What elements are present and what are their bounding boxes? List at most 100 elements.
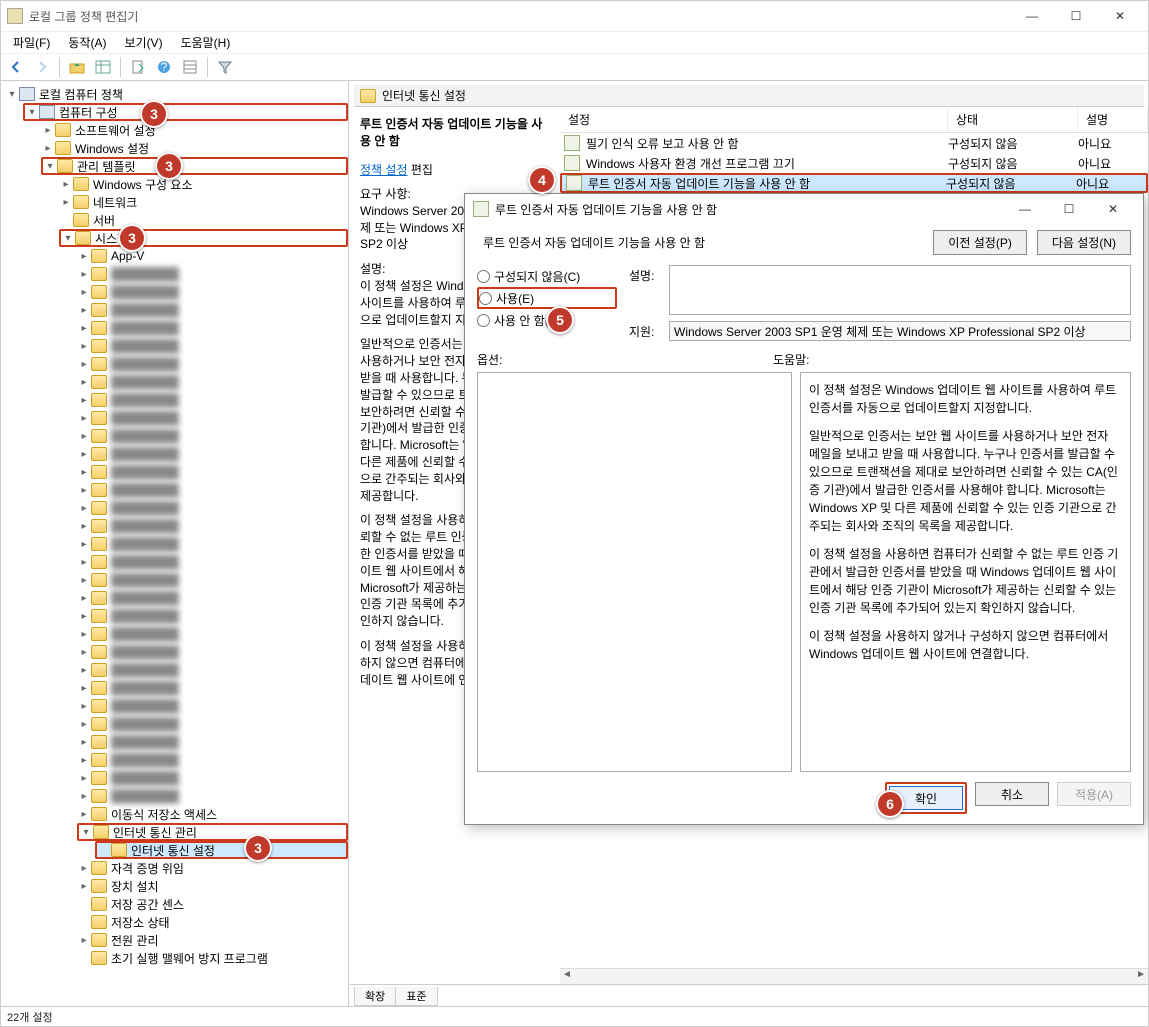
tree-item-redacted[interactable]: ▸████████ [77,427,348,445]
tree-item-redacted[interactable]: ▸████████ [77,445,348,463]
tree-early-launch-antimalware[interactable]: 초기 실행 맬웨어 방지 프로그램 [77,949,348,967]
tree-item-redacted[interactable]: ▸████████ [77,283,348,301]
tree-removable-storage[interactable]: ▸이동식 저장소 액세스 [77,805,348,823]
menu-view[interactable]: 보기(V) [116,32,170,53]
tree-item-redacted[interactable]: ▸████████ [77,535,348,553]
menu-help[interactable]: 도움말(H) [173,32,239,53]
tree-device-install[interactable]: ▸장치 설치 [77,877,348,895]
dlg-close-button[interactable]: ✕ [1091,195,1135,223]
dlg-minimize-button[interactable]: — [1003,195,1047,223]
radio-disabled-input[interactable] [477,314,490,327]
policy-list-row[interactable]: 루트 인증서 자동 업데이트 기능을 사용 안 함 구성되지 않음 아니요 [560,173,1148,193]
tree-internet-comm-mgmt[interactable]: ▾인터넷 통신 관리 [77,823,348,841]
tree-credential-delegation[interactable]: ▸자격 증명 위임 [77,859,348,877]
cancel-button[interactable]: 취소 [975,782,1049,806]
horizontal-scrollbar[interactable] [560,968,1148,984]
edit-policy-link[interactable]: 정책 설정 [360,163,408,177]
close-button[interactable]: ✕ [1098,2,1142,30]
tree-label: ████████ [111,393,179,407]
tree-item-redacted[interactable]: ▸████████ [77,643,348,661]
tree-item-redacted[interactable]: ▸████████ [77,679,348,697]
tree-item-redacted[interactable]: ▸████████ [77,301,348,319]
policy-tree[interactable]: ▾로컬 컴퓨터 정책 ▾컴퓨터 구성 ▸소프트웨어 설정 ▸Windows 설정… [1,81,349,1006]
policy-list-row[interactable]: Windows 사용자 환경 개선 프로그램 끄기 구성되지 않음 아니요 [560,153,1148,173]
tree-storage-health[interactable]: 저장소 상태 [77,913,348,931]
tree-item-redacted[interactable]: ▸████████ [77,769,348,787]
up-folder-icon[interactable] [66,56,88,78]
tree-storage-sense[interactable]: 저장 공간 센스 [77,895,348,913]
tree-power-mgmt[interactable]: ▸전원 관리 [77,931,348,949]
properties-icon[interactable] [179,56,201,78]
help-icon[interactable]: ? [153,56,175,78]
comment-textarea[interactable] [669,265,1131,315]
tree-network[interactable]: ▸네트워크 [59,193,348,211]
col-setting[interactable]: 설정 [560,107,948,132]
app-icon [7,8,23,24]
col-description[interactable]: 설명 [1078,107,1148,132]
tree-item-redacted[interactable]: ▸████████ [77,589,348,607]
callout-5: 5 [546,306,574,334]
tree-internet-comm-settings[interactable]: 인터넷 통신 설정 [95,841,348,859]
radio-enabled-input[interactable] [479,292,492,305]
minimize-button[interactable]: — [1010,2,1054,30]
tree-item-redacted[interactable]: ▸████████ [77,463,348,481]
prev-setting-button[interactable]: 이전 설정(P) [933,230,1027,255]
tree-item-redacted[interactable]: ▸████████ [77,571,348,589]
tree-label: ████████ [111,375,179,389]
tree-root[interactable]: ▾로컬 컴퓨터 정책 [5,85,348,103]
row-state: 구성되지 않음 [948,155,1078,172]
tree-label: ████████ [111,789,179,803]
tree-item-redacted[interactable]: ▸████████ [77,373,348,391]
tree-item-redacted[interactable]: ▸████████ [77,553,348,571]
tree-item-redacted[interactable]: ▸████████ [77,607,348,625]
next-setting-button[interactable]: 다음 설정(N) [1037,230,1131,255]
tree-system[interactable]: ▾시스템 [59,229,348,247]
tree-label: ████████ [111,735,179,749]
menu-action[interactable]: 동작(A) [60,32,114,53]
description-label: 설명: [360,262,385,276]
tree-item-redacted[interactable]: ▸████████ [77,697,348,715]
nav-back-icon[interactable] [5,56,27,78]
menu-file[interactable]: 파일(F) [5,32,58,53]
tab-standard[interactable]: 표준 [395,987,437,1006]
tree-windows-settings[interactable]: ▸Windows 설정 [41,139,348,157]
help-text: 일반적으로 인증서는 보안 웹 사이트를 사용하거나 보안 전자 메일을 보내고… [809,427,1122,535]
tree-item-redacted[interactable]: ▸████████ [77,499,348,517]
tree-item-redacted[interactable]: ▸████████ [77,337,348,355]
tree-item-redacted[interactable]: ▸████████ [77,715,348,733]
tree-item-redacted[interactable]: ▸████████ [77,733,348,751]
tree-item-redacted[interactable]: ▸████████ [77,517,348,535]
tree-windows-components[interactable]: ▸Windows 구성 요소 [59,175,348,193]
tree-item-redacted[interactable]: ▸████████ [77,661,348,679]
tree-appv[interactable]: ▸App-V [77,247,348,265]
tree-server[interactable]: 서버 [59,211,348,229]
col-state[interactable]: 상태 [948,107,1078,132]
radio-enabled[interactable]: 사용(E) [477,287,617,309]
tab-extended[interactable]: 확장 [354,987,396,1006]
tree-item-redacted[interactable]: ▸████████ [77,409,348,427]
radio-not-configured-input[interactable] [477,270,490,283]
tree-item-redacted[interactable]: ▸████████ [77,787,348,805]
tree-item-redacted[interactable]: ▸████████ [77,265,348,283]
tree-item-redacted[interactable]: ▸████████ [77,355,348,373]
maximize-button[interactable]: ☐ [1054,2,1098,30]
tree-software-settings[interactable]: ▸소프트웨어 설정 [41,121,348,139]
tree-computer-config[interactable]: ▾컴퓨터 구성 [23,103,348,121]
nav-forward-icon[interactable] [31,56,53,78]
export-list-icon[interactable] [127,56,149,78]
tree-item-redacted[interactable]: ▸████████ [77,391,348,409]
view-tabs: 확장 표준 [350,984,1148,1006]
tree-item-redacted[interactable]: ▸████████ [77,625,348,643]
tree-item-redacted[interactable]: ▸████████ [77,481,348,499]
tree-item-redacted[interactable]: ▸████████ [77,751,348,769]
show-hide-tree-icon[interactable] [92,56,114,78]
menubar: 파일(F) 동작(A) 보기(V) 도움말(H) [1,31,1148,53]
policy-list-row[interactable]: 필기 인식 오류 보고 사용 안 함 구성되지 않음 아니요 [560,133,1148,153]
radio-not-configured[interactable]: 구성되지 않음(C) [477,265,617,287]
apply-button[interactable]: 적용(A) [1057,782,1131,806]
filter-icon[interactable] [214,56,236,78]
tree-label: ████████ [111,627,179,641]
tree-admin-templates[interactable]: ▾관리 템플릿 [41,157,348,175]
dlg-maximize-button[interactable]: ☐ [1047,195,1091,223]
tree-item-redacted[interactable]: ▸████████ [77,319,348,337]
